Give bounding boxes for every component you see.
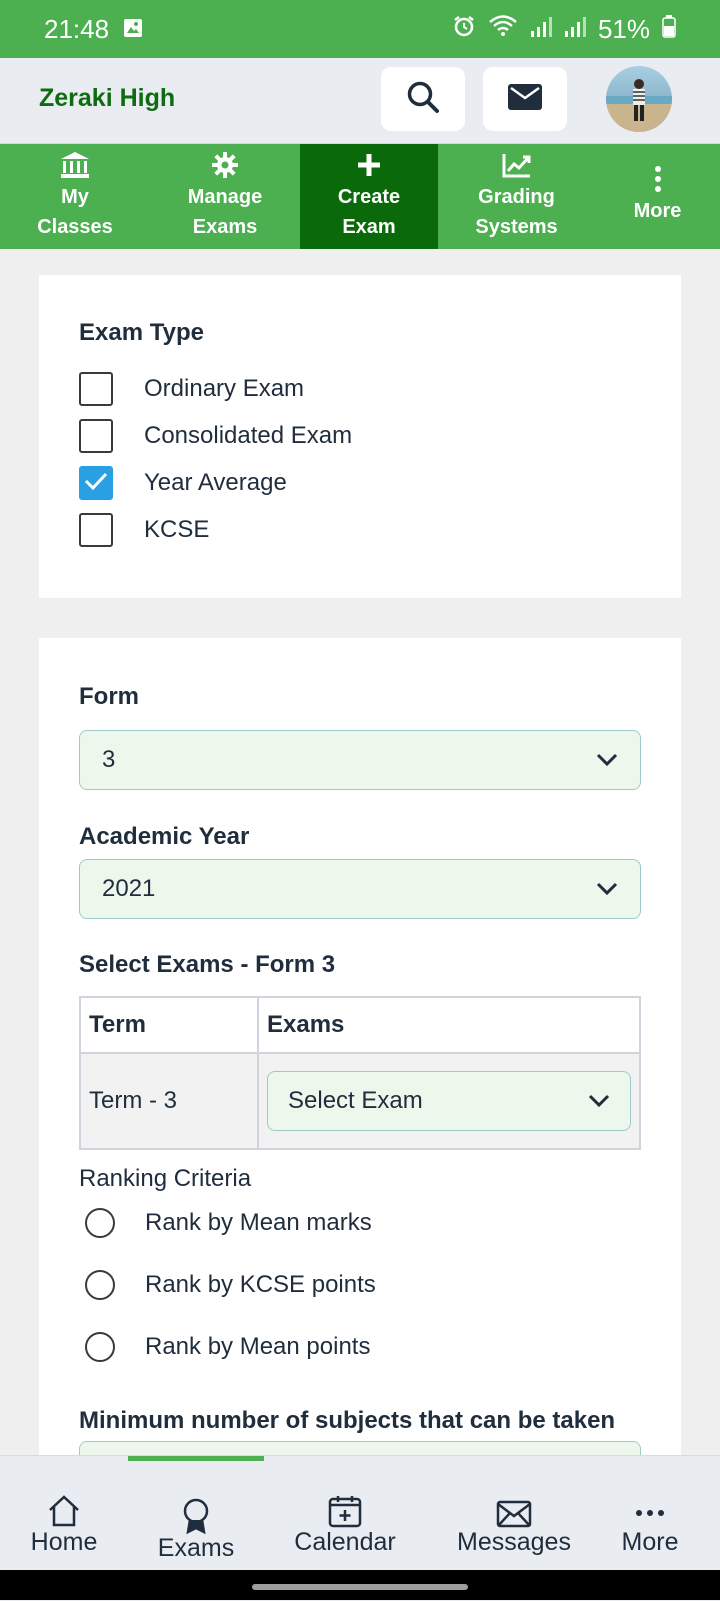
checkbox-label: Ordinary Exam (144, 375, 305, 402)
tab-label-line1: My (61, 186, 89, 208)
nav-calendar[interactable]: Calendar (287, 1456, 403, 1566)
envelope-icon (507, 83, 543, 116)
academic-year-label: Academic Year (79, 823, 250, 850)
exam-type-option-year-average[interactable]: Year Average (79, 466, 287, 500)
radio-button[interactable] (85, 1208, 115, 1238)
academic-year-value: 2021 (102, 875, 156, 902)
nav-exams[interactable]: Exams (143, 1456, 249, 1566)
top-tab-bar: My Classes Manage Exams Create Exam Grad… (0, 144, 720, 249)
nav-more[interactable]: More (604, 1456, 696, 1566)
exams-table: Term Exams Term - 3 Select Exam (79, 996, 641, 1150)
ranking-option-kcse-points[interactable]: Rank by KCSE points (85, 1270, 376, 1300)
checkbox[interactable] (79, 513, 113, 547)
tab-label-line2: Exams (192, 216, 258, 238)
radio-button[interactable] (85, 1270, 115, 1300)
tab-manage-exams[interactable]: Manage Exams (150, 144, 300, 249)
checkbox[interactable] (79, 372, 113, 406)
alarm-icon (452, 14, 476, 45)
tab-more[interactable]: More (595, 144, 720, 249)
exam-cell: Select Exam (257, 1052, 641, 1150)
bank-icon (60, 148, 90, 182)
award-icon (182, 1478, 210, 1534)
home-icon (47, 1472, 81, 1528)
checkbox[interactable] (79, 419, 113, 453)
app-header: Zeraki High (0, 58, 720, 144)
radio-button[interactable] (85, 1332, 115, 1362)
nav-home[interactable]: Home (20, 1456, 108, 1566)
form-label: Form (79, 683, 139, 710)
tab-label-line2: Exam (342, 216, 396, 238)
image-notification-icon (123, 14, 143, 45)
chart-icon (502, 148, 532, 182)
ranking-option-mean-marks[interactable]: Rank by Mean marks (85, 1208, 372, 1238)
tab-create-exam[interactable]: Create Exam (300, 144, 438, 249)
form-select[interactable]: 3 (79, 730, 641, 790)
min-subjects-label: Minimum number of subjects that can be t… (79, 1407, 616, 1434)
plus-icon (356, 148, 382, 182)
form-select-value: 3 (102, 746, 116, 773)
exam-type-option-consolidated[interactable]: Consolidated Exam (79, 419, 352, 453)
term-cell: Term - 3 (79, 1052, 259, 1150)
tab-my-classes[interactable]: My Classes (0, 144, 150, 249)
clock: 21:48 (44, 13, 110, 44)
select-exams-title: Select Exams - Form 3 (79, 951, 336, 978)
exam-details-card: Form 3 Academic Year 2021 Select Exams -… (39, 638, 681, 1471)
chevron-down-icon (596, 875, 618, 903)
horizontal-dots-icon (635, 1472, 665, 1528)
nav-label: Calendar (294, 1528, 396, 1556)
nav-label: Messages (457, 1528, 571, 1556)
tab-label-line1: Create (337, 186, 401, 208)
exam-type-option-kcse[interactable]: KCSE (79, 513, 209, 547)
radio-label: Rank by Mean marks (145, 1209, 372, 1236)
vertical-dots-icon (654, 162, 662, 196)
tab-label-line2: Systems (475, 216, 558, 238)
chevron-down-icon (588, 1087, 610, 1115)
checkbox-label: KCSE (144, 516, 210, 543)
tab-label-line2: Classes (37, 216, 113, 238)
wifi-icon (488, 14, 518, 45)
battery-icon (662, 14, 676, 45)
calendar-icon (328, 1472, 362, 1528)
exam-select-value: Select Exam (288, 1087, 423, 1114)
signal-2-icon (564, 14, 586, 45)
radio-label: Rank by Mean points (145, 1333, 371, 1360)
battery-percent: 51% (597, 13, 650, 44)
table-header-term: Term (79, 996, 259, 1054)
checkmark-icon (84, 471, 108, 496)
exam-select[interactable]: Select Exam (267, 1071, 631, 1131)
chevron-down-icon (596, 746, 618, 774)
search-button[interactable] (381, 67, 465, 131)
ranking-criteria-title: Ranking Criteria (79, 1165, 252, 1192)
tab-label-line1: Manage (187, 186, 263, 208)
user-avatar[interactable] (606, 66, 672, 132)
nav-messages[interactable]: Messages (452, 1456, 576, 1566)
tab-label-line1: Grading (478, 186, 555, 208)
exam-type-card: Exam Type Ordinary Exam Consolidated Exa… (39, 275, 681, 598)
tab-grading-systems[interactable]: Grading Systems (438, 144, 595, 249)
radio-label: Rank by KCSE points (145, 1271, 376, 1298)
ranking-option-mean-points[interactable]: Rank by Mean points (85, 1332, 370, 1362)
home-gesture-handle[interactable] (252, 1584, 468, 1590)
gear-icon (211, 148, 239, 182)
tab-label-line1: More (633, 200, 682, 222)
school-name: Zeraki High (39, 84, 176, 112)
envelope-icon (496, 1472, 532, 1528)
nav-label: Exams (157, 1534, 235, 1562)
table-header-exams: Exams (257, 996, 641, 1054)
exam-type-title: Exam Type (79, 319, 204, 346)
messages-button[interactable] (483, 67, 567, 131)
checkbox-label: Consolidated Exam (144, 422, 353, 449)
nav-label: Home (30, 1528, 98, 1556)
nav-label: More (621, 1528, 679, 1556)
checkbox-checked[interactable] (79, 466, 113, 500)
academic-year-select[interactable]: 2021 (79, 859, 641, 919)
search-icon (406, 80, 440, 119)
signal-icon (530, 14, 552, 45)
table-row: Term - 3 Select Exam (79, 1052, 641, 1150)
exam-type-option-ordinary[interactable]: Ordinary Exam (79, 372, 304, 406)
status-bar: 21:48 51% (0, 0, 720, 58)
table-header-row: Term Exams (79, 996, 641, 1054)
checkbox-label: Year Average (144, 469, 287, 496)
